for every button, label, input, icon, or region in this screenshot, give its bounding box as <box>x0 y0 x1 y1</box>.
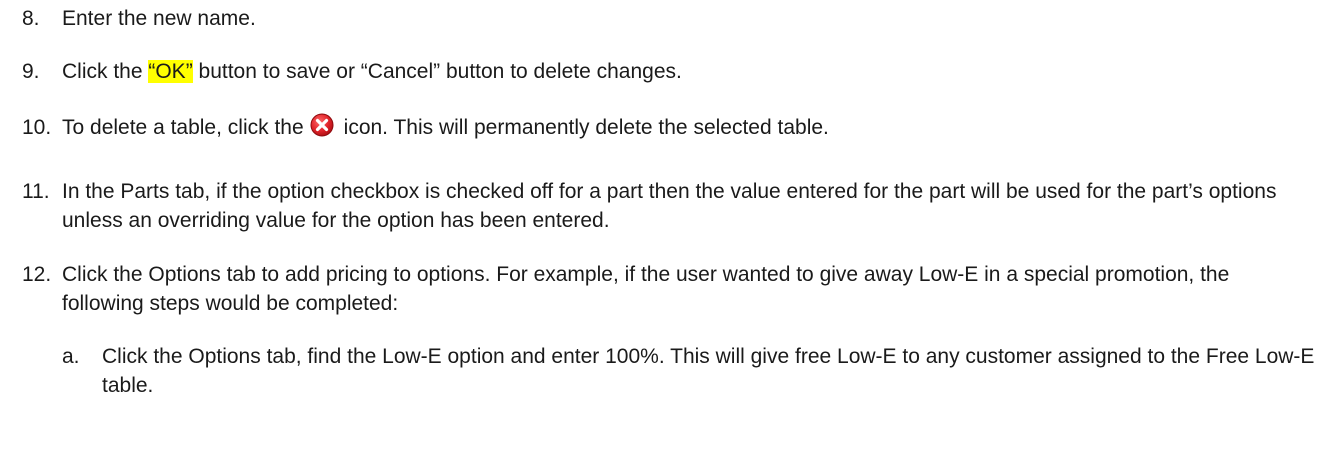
step-text: Enter the new name. <box>62 7 256 30</box>
substep-text: Click the Options tab, find the Low-E op… <box>102 345 1315 397</box>
step-number: 9. <box>22 60 40 83</box>
substep-letter: a. <box>62 345 80 368</box>
step-text-before: Click the <box>62 60 149 83</box>
step-text-after: button to save or “Cancel” button to del… <box>192 60 682 83</box>
step-number: 8. <box>22 7 40 30</box>
step-number: 11. <box>22 180 50 203</box>
document-page: 8. Enter the new name. 9. Click the “OK”… <box>0 0 1336 449</box>
delete-icon <box>310 113 334 145</box>
step-10: 10. To delete a table, click the icon. Th… <box>22 113 1316 145</box>
step-9: 9. Click the “OK” button to save or “Can… <box>22 57 1316 86</box>
step-text-after: icon. This will permanently delete the s… <box>343 116 829 139</box>
step-text: Click the “OK” button to save or “Cancel… <box>62 57 1316 86</box>
step-11: 11. In the Parts tab, if the option chec… <box>22 177 1316 235</box>
step-text-before: To delete a table, click the <box>62 116 304 139</box>
step-text: To delete a table, click the icon. This w… <box>62 113 1316 145</box>
step-number: 10. <box>22 116 52 139</box>
ok-highlight: “OK” <box>148 60 193 83</box>
step-12: 12. Click the Options tab to add pricing… <box>22 260 1316 318</box>
step-text: Click the Options tab to add pricing to … <box>62 263 1230 315</box>
step-number: 12. <box>22 263 52 286</box>
substep-a: a. Click the Options tab, find the Low-E… <box>62 342 1316 400</box>
step-8: 8. Enter the new name. <box>22 4 1316 33</box>
step-text: In the Parts tab, if the option checkbox… <box>62 180 1277 232</box>
